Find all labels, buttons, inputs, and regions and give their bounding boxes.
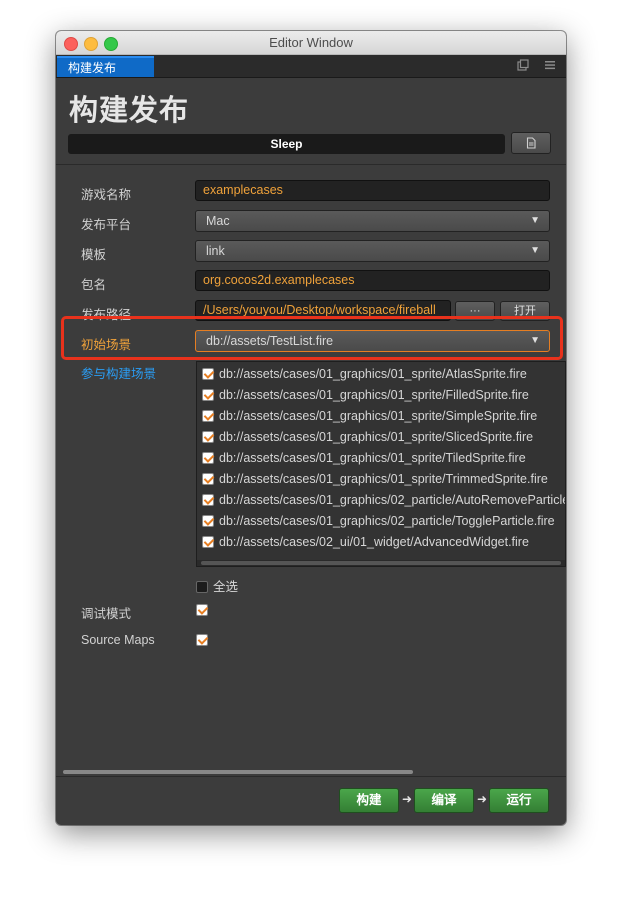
build-progress-bar: Sleep xyxy=(68,134,505,154)
scene-list[interactable]: db://assets/cases/01_graphics/01_sprite/… xyxy=(196,361,566,567)
popout-icon[interactable] xyxy=(516,59,530,73)
header-divider xyxy=(56,164,566,165)
checkbox[interactable] xyxy=(202,452,214,464)
checkbox[interactable] xyxy=(202,410,214,422)
template-value: link xyxy=(206,244,225,258)
run-button[interactable]: 运行 xyxy=(489,788,549,813)
dropdown-arrow-icon: ▼ xyxy=(530,215,540,226)
game-name-input[interactable]: examplecases xyxy=(195,180,550,201)
compile-button[interactable]: 编译 xyxy=(414,788,474,813)
checkbox[interactable] xyxy=(202,389,214,401)
included-scenes-label: 参与构建场景 xyxy=(81,367,157,381)
editor-window: Editor Window 构建发布 构建发布 Sleep 游戏名称 examp… xyxy=(56,31,566,825)
template-select[interactable]: link ▼ xyxy=(195,240,550,262)
title-bar: Editor Window xyxy=(56,31,566,55)
platform-select[interactable]: Mac ▼ xyxy=(195,210,550,232)
build-path-input[interactable]: /Users/youyou/Desktop/workspace/fireball xyxy=(195,300,451,321)
list-item[interactable]: db://assets/cases/01_graphics/01_sprite/… xyxy=(202,427,533,448)
window-title: Editor Window xyxy=(269,35,353,50)
checkbox[interactable] xyxy=(202,431,214,443)
scene-list-scrollbar[interactable] xyxy=(197,560,565,566)
debug-mode-checkbox[interactable] xyxy=(196,604,208,616)
arrow-right-icon: ➜ xyxy=(477,792,488,806)
checkbox[interactable] xyxy=(202,494,214,506)
start-scene-select[interactable]: db://assets/TestList.fire ▼ xyxy=(195,330,550,352)
checkbox[interactable] xyxy=(202,536,214,548)
source-maps-label: Source Maps xyxy=(81,633,155,647)
checkbox[interactable] xyxy=(202,368,214,380)
list-item[interactable]: db://assets/cases/01_graphics/01_sprite/… xyxy=(202,364,527,385)
select-all[interactable]: 全选 xyxy=(196,576,238,595)
document-icon xyxy=(526,137,536,149)
game-name-label: 游戏名称 xyxy=(81,188,132,202)
page-title: 构建发布 xyxy=(69,95,190,127)
list-item[interactable]: db://assets/cases/01_graphics/01_sprite/… xyxy=(202,385,529,406)
package-name-input[interactable]: org.cocos2d.examplecases xyxy=(195,270,550,291)
start-scene-label: 初始场景 xyxy=(81,338,132,352)
list-item[interactable]: db://assets/cases/01_graphics/01_sprite/… xyxy=(202,406,537,427)
scrollbar-thumb[interactable] xyxy=(201,561,561,565)
checkbox[interactable] xyxy=(202,473,214,485)
arrow-right-icon: ➜ xyxy=(402,792,413,806)
start-scene-value: db://assets/TestList.fire xyxy=(206,334,334,348)
tab-bar: 构建发布 xyxy=(56,55,566,78)
select-all-checkbox[interactable] xyxy=(196,581,208,593)
open-log-button[interactable] xyxy=(511,132,551,154)
package-label: 包名 xyxy=(81,278,107,292)
list-item[interactable]: db://assets/cases/01_graphics/02_particl… xyxy=(202,490,565,511)
tab-build[interactable]: 构建发布 xyxy=(57,56,154,77)
template-label: 模板 xyxy=(81,248,107,262)
list-item[interactable]: db://assets/cases/02_ui/01_widget/Advanc… xyxy=(202,532,529,553)
list-item[interactable]: db://assets/cases/01_graphics/02_particl… xyxy=(202,511,555,532)
open-path-button[interactable]: 打开 xyxy=(500,301,550,321)
browse-path-button[interactable]: ··· xyxy=(455,301,495,321)
debug-mode-label: 调试模式 xyxy=(81,607,132,621)
build-button[interactable]: 构建 xyxy=(339,788,399,813)
platform-value: Mac xyxy=(206,214,230,228)
list-item[interactable]: db://assets/cases/01_graphics/01_sprite/… xyxy=(202,448,526,469)
horizontal-scrollbar[interactable] xyxy=(63,770,413,774)
dropdown-arrow-icon: ▼ xyxy=(530,335,540,346)
platform-label: 发布平台 xyxy=(81,218,132,232)
select-all-label: 全选 xyxy=(213,580,239,594)
checkbox[interactable] xyxy=(202,515,214,527)
footer-divider xyxy=(56,776,566,777)
list-item[interactable]: db://assets/cases/01_graphics/01_sprite/… xyxy=(202,469,548,490)
dropdown-arrow-icon: ▼ xyxy=(530,245,540,256)
build-path-label: 发布路径 xyxy=(81,308,132,322)
source-maps-checkbox[interactable] xyxy=(196,634,208,646)
menu-icon[interactable] xyxy=(543,59,557,73)
